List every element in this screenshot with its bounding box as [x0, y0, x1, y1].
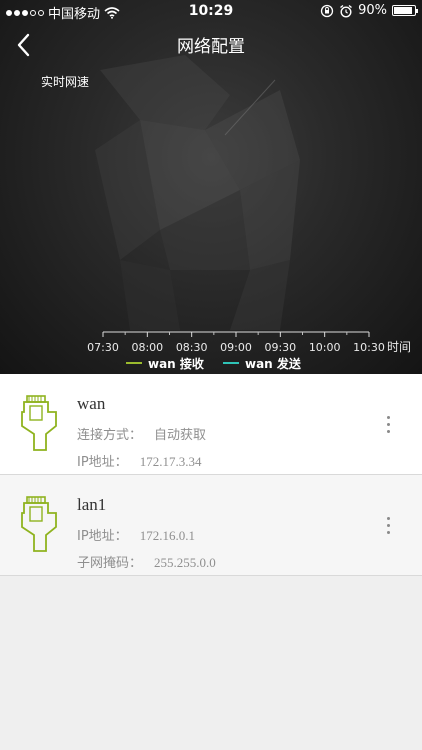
interface-list: wan 连接方式： 自动获取 IP地址： 172.17.3.34 lan1 IP地址… — [0, 374, 422, 576]
legend-swatch-receive — [126, 362, 142, 364]
interface-name: lan1 — [77, 495, 107, 514]
x-axis-label: 时间 — [387, 340, 412, 354]
field-value: 255.255.0.0 — [154, 555, 216, 570]
more-vertical-icon[interactable] — [379, 409, 397, 439]
x-tick-label: 10:30 — [353, 341, 385, 354]
legend-item-receive: wan 接收 — [126, 356, 204, 371]
battery-percent: 90% — [358, 3, 387, 18]
more-vertical-icon[interactable] — [379, 510, 397, 540]
field-value: 172.17.3.34 — [139, 454, 202, 469]
interface-field: IP地址： 172.17.3.34 — [77, 451, 201, 470]
x-tick-label: 09:30 — [264, 341, 296, 354]
field-value: 172.16.0.1 — [139, 528, 195, 543]
interface-field: 连接方式： 自动获取 — [77, 424, 206, 443]
realtime-speed-panel: 中国移动 10:29 90% 网络配置 实时网速 07:30 08:00 08:… — [0, 0, 422, 374]
legend-label-send: wan 发送 — [245, 356, 301, 371]
x-tick-label: 07:30 — [87, 341, 119, 354]
x-tick-label: 08:00 — [131, 341, 163, 354]
page-title: 网络配置 — [177, 37, 245, 57]
battery-icon — [392, 5, 418, 16]
chart-title: 实时网速 — [41, 75, 90, 89]
time-axis: 07:30 08:00 08:30 09:00 09:30 10:00 10:30 — [87, 331, 385, 354]
legend-item-send: wan 发送 — [223, 356, 301, 371]
x-tick-label: 10:00 — [309, 341, 341, 354]
field-label: 子网掩码： — [77, 556, 143, 571]
field-label: 连接方式： — [77, 428, 143, 443]
field-value: 自动获取 — [154, 427, 207, 442]
battery-fill — [394, 7, 412, 14]
x-tick-label: 08:30 — [176, 341, 208, 354]
status-right: 90% — [320, 3, 418, 18]
alarm-icon — [340, 4, 353, 18]
interface-name: wan — [77, 394, 106, 413]
rotation-lock-icon — [320, 4, 334, 17]
ethernet-port-icon — [21, 395, 57, 451]
interface-row-wan[interactable]: wan 连接方式： 自动获取 IP地址： 172.17.3.34 — [0, 374, 422, 475]
ethernet-port-icon — [21, 496, 57, 552]
field-label: IP地址： — [77, 455, 128, 470]
interface-field: IP地址： 172.16.0.1 — [77, 525, 195, 544]
interface-row-lan1[interactable]: lan1 IP地址： 172.16.0.1 子网掩码： 255.255.0.0 — [0, 475, 422, 576]
x-tick-label: 09:00 — [220, 341, 252, 354]
legend-label-receive: wan 接收 — [148, 356, 204, 371]
field-label: IP地址： — [77, 529, 128, 544]
legend-swatch-send — [223, 362, 239, 364]
interface-field: 子网掩码： 255.255.0.0 — [77, 552, 216, 571]
status-bar: 中国移动 10:29 90% — [0, 0, 422, 22]
